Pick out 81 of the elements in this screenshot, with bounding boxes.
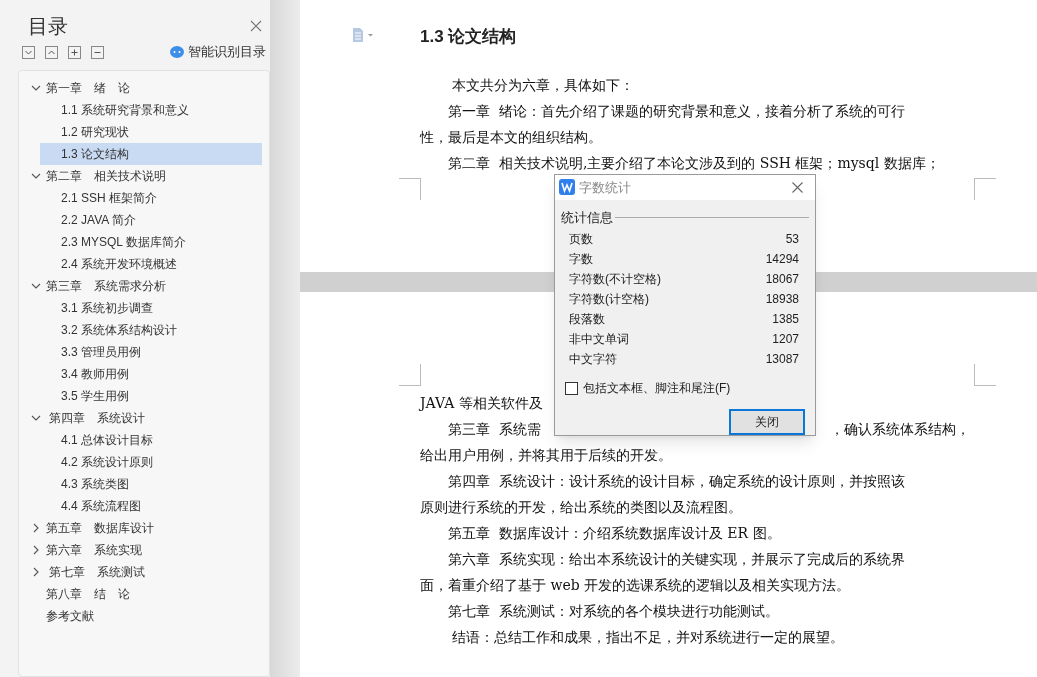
dialog-title: 字数统计	[579, 178, 631, 197]
close-button[interactable]: 关闭	[729, 409, 805, 435]
toc-item[interactable]: 1.3 论文结构	[40, 143, 262, 165]
section-heading: 1.3 论文结构	[420, 26, 517, 48]
stat-label: 中文字符	[569, 351, 617, 368]
paragraph-line: 第六章 系统实现：给出本系统设计的关键实现，并展示了完成后的系统界	[448, 549, 905, 569]
paragraph-line: 第五章 数据库设计：介绍系统数据库设计及 ER 图。	[448, 523, 781, 543]
toc-item[interactable]: 2.1 SSH 框架简介	[40, 187, 262, 209]
toc-item[interactable]: 第八章 结 论	[46, 585, 130, 603]
paragraph-line: 第三章 系统需	[448, 419, 541, 439]
chevron-right-icon[interactable]	[31, 567, 41, 577]
cloud-icon	[170, 46, 184, 58]
chevron-down-icon[interactable]	[31, 413, 41, 423]
toc-item[interactable]: 3.2 系统体系结构设计	[40, 319, 262, 341]
chevron-right-icon[interactable]	[31, 523, 41, 533]
chevron-down-icon[interactable]	[31, 171, 41, 181]
toc-item[interactable]: 3.4 教师用例	[40, 363, 262, 385]
checkbox[interactable]	[565, 381, 578, 395]
paragraph-line: 面，着重介绍了基于 web 开发的选课系统的逻辑以及相关实现方法。	[420, 575, 851, 595]
paragraph-line: 原则进行系统的开发，给出系统的类图以及流程图。	[420, 497, 742, 517]
toc-item[interactable]: 第七章 系统测试	[46, 563, 146, 581]
paragraph-line: 本文共分为六章，具体如下：	[451, 75, 635, 95]
close-icon[interactable]	[792, 181, 803, 193]
stat-value: 1207	[772, 331, 799, 348]
expand-up-icon[interactable]	[45, 45, 58, 59]
toc-item[interactable]: 第一章 绪 论	[46, 79, 130, 97]
margin-corner-mark	[399, 364, 421, 386]
stat-label: 非中文单词	[569, 331, 629, 348]
stat-value: 18938	[765, 291, 799, 308]
stat-value: 1385	[772, 311, 799, 328]
collapse-all-icon[interactable]	[22, 45, 35, 59]
toc-item[interactable]: 4.4 系统流程图	[40, 495, 262, 517]
toc-item[interactable]: 4.1 总体设计目标	[40, 429, 262, 451]
paragraph-line: 第七章 系统测试：对系统的各个模块进行功能测试。	[448, 601, 779, 621]
toc-item[interactable]: 2.3 MYSQL 数据库简介	[40, 231, 262, 253]
toc-item[interactable]: 2.2 JAVA 简介	[40, 209, 262, 231]
chevron-down-icon[interactable]	[31, 281, 41, 291]
toc-item[interactable]: 第六章 系统实现	[46, 541, 142, 559]
paragraph-line: ，确认系统体系结构，	[830, 419, 970, 439]
toc-item[interactable]: 2.4 系统开发环境概述	[40, 253, 262, 275]
stat-label: 字符数(不计空格)	[569, 271, 661, 288]
toc-item[interactable]: 4.3 系统类图	[40, 473, 262, 495]
paragraph-line: 给出用户用例，并将其用于后续的开发。	[420, 445, 672, 465]
group-label: 统计信息	[561, 208, 613, 227]
toc-item[interactable]: 第二章 相关技术说明	[46, 167, 166, 185]
stat-value: 14294	[765, 251, 799, 268]
margin-corner-mark	[399, 178, 421, 200]
toc-item[interactable]: 1.1 系统研究背景和意义	[40, 99, 262, 121]
toc-item[interactable]: 第三章 系统需求分析	[46, 277, 166, 295]
paragraph-line: JAVA 等相关软件及	[420, 393, 543, 413]
stat-label: 字数	[569, 251, 593, 268]
plus-icon[interactable]	[68, 45, 81, 59]
stat-label: 页数	[569, 231, 593, 248]
toc-item[interactable]: 3.5 学生用例	[40, 385, 262, 407]
stat-label: 段落数	[569, 311, 605, 328]
toc-item[interactable]: 1.2 研究现状	[40, 121, 262, 143]
toc-item[interactable]: 3.1 系统初步调查	[40, 297, 262, 319]
stat-value: 13087	[765, 351, 799, 368]
paragraph-line: 第一章 绪论：首先介绍了课题的研究背景和意义，接着分析了系统的可行	[448, 101, 905, 121]
toc-item[interactable]: 参考文献	[46, 607, 94, 625]
close-icon[interactable]	[250, 20, 262, 32]
stat-value: 18067	[765, 271, 799, 288]
stat-label: 字符数(计空格)	[569, 291, 649, 308]
margin-corner-mark	[974, 178, 996, 200]
paragraph-line: 第四章 系统设计：设计系统的设计目标，确定系统的设计原则，并按照该	[448, 471, 905, 491]
toc-item[interactable]: 3.3 管理员用例	[40, 341, 262, 363]
panel-title: 目录	[28, 14, 68, 39]
margin-corner-mark	[974, 364, 996, 386]
stat-value: 53	[785, 231, 799, 248]
smart-toc-link[interactable]: 智能识别目录	[188, 42, 266, 62]
paragraph-line: 性，最后是本文的组织结构。	[420, 127, 602, 147]
paragraph-line: 结语：总结工作和成果，指出不足，并对系统进行一定的展望。	[451, 627, 845, 647]
minus-icon[interactable]	[91, 45, 104, 59]
chevron-right-icon[interactable]	[31, 545, 41, 555]
toc-item[interactable]: 第四章 系统设计	[46, 409, 146, 427]
app-logo-icon	[559, 179, 575, 196]
paragraph-line: 第二章 相关技术说明,主要介绍了本论文涉及到的 SSH 框架；mysql 数据库；	[448, 153, 940, 173]
checkbox-label[interactable]: 包括文本框、脚注和尾注(F)	[583, 379, 731, 397]
chevron-down-icon[interactable]	[31, 83, 41, 93]
toc-item[interactable]: 第五章 数据库设计	[46, 519, 154, 537]
toc-item[interactable]: 4.2 系统设计原则	[40, 451, 262, 473]
